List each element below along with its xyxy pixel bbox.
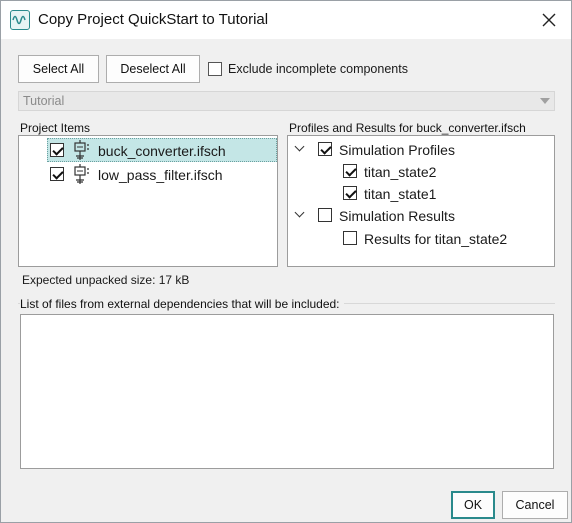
profile-titan-state1[interactable]: titan_state1 <box>364 186 436 202</box>
copy-project-dialog: Copy Project QuickStart to Tutorial Sele… <box>0 0 572 523</box>
select-all-button[interactable]: Select All <box>18 55 99 83</box>
cancel-button[interactable]: Cancel <box>502 491 568 519</box>
project-items-label: Project Items <box>20 121 91 135</box>
dependencies-label: List of files from external dependencies… <box>20 297 344 311</box>
simulation-profiles-checkbox[interactable] <box>318 142 332 156</box>
result-checkbox-titan-state2[interactable] <box>343 231 357 245</box>
schematic-icon <box>72 164 90 184</box>
profile-checkbox-titan-state1[interactable] <box>343 186 357 200</box>
destination-select[interactable]: Tutorial <box>18 91 555 111</box>
project-item-low-pass-filter[interactable]: low_pass_filter.ifsch <box>98 167 223 183</box>
result-titan-state2[interactable]: Results for titan_state2 <box>364 231 507 247</box>
destination-select-value: Tutorial <box>23 94 65 108</box>
deselect-all-button[interactable]: Deselect All <box>106 55 200 83</box>
waveform-icon <box>10 10 30 30</box>
dependencies-list[interactable] <box>20 314 554 469</box>
schematic-icon <box>72 140 90 160</box>
simulation-results-label[interactable]: Simulation Results <box>339 208 455 224</box>
item-checkbox-low-pass-filter[interactable] <box>50 167 64 181</box>
profiles-label: Profiles and Results for buck_converter.… <box>289 121 526 135</box>
profile-checkbox-titan-state2[interactable] <box>343 164 357 178</box>
project-item-buck-converter[interactable]: buck_converter.ifsch <box>98 143 226 159</box>
chevron-down-icon <box>540 98 550 104</box>
unpacked-size-text: Expected unpacked size: 17 kB <box>22 273 190 287</box>
title-bar: Copy Project QuickStart to Tutorial <box>1 1 571 39</box>
simulation-profiles-label[interactable]: Simulation Profiles <box>339 142 455 158</box>
item-checkbox-buck-converter[interactable] <box>50 143 64 157</box>
simulation-results-checkbox[interactable] <box>318 208 332 222</box>
exclude-incomplete-label: Exclude incomplete components <box>228 62 408 76</box>
close-icon[interactable] <box>535 6 563 34</box>
profile-titan-state2[interactable]: titan_state2 <box>364 164 436 180</box>
window-title: Copy Project QuickStart to Tutorial <box>38 11 269 28</box>
ok-button[interactable]: OK <box>451 491 495 519</box>
exclude-incomplete-checkbox[interactable] <box>208 62 222 76</box>
